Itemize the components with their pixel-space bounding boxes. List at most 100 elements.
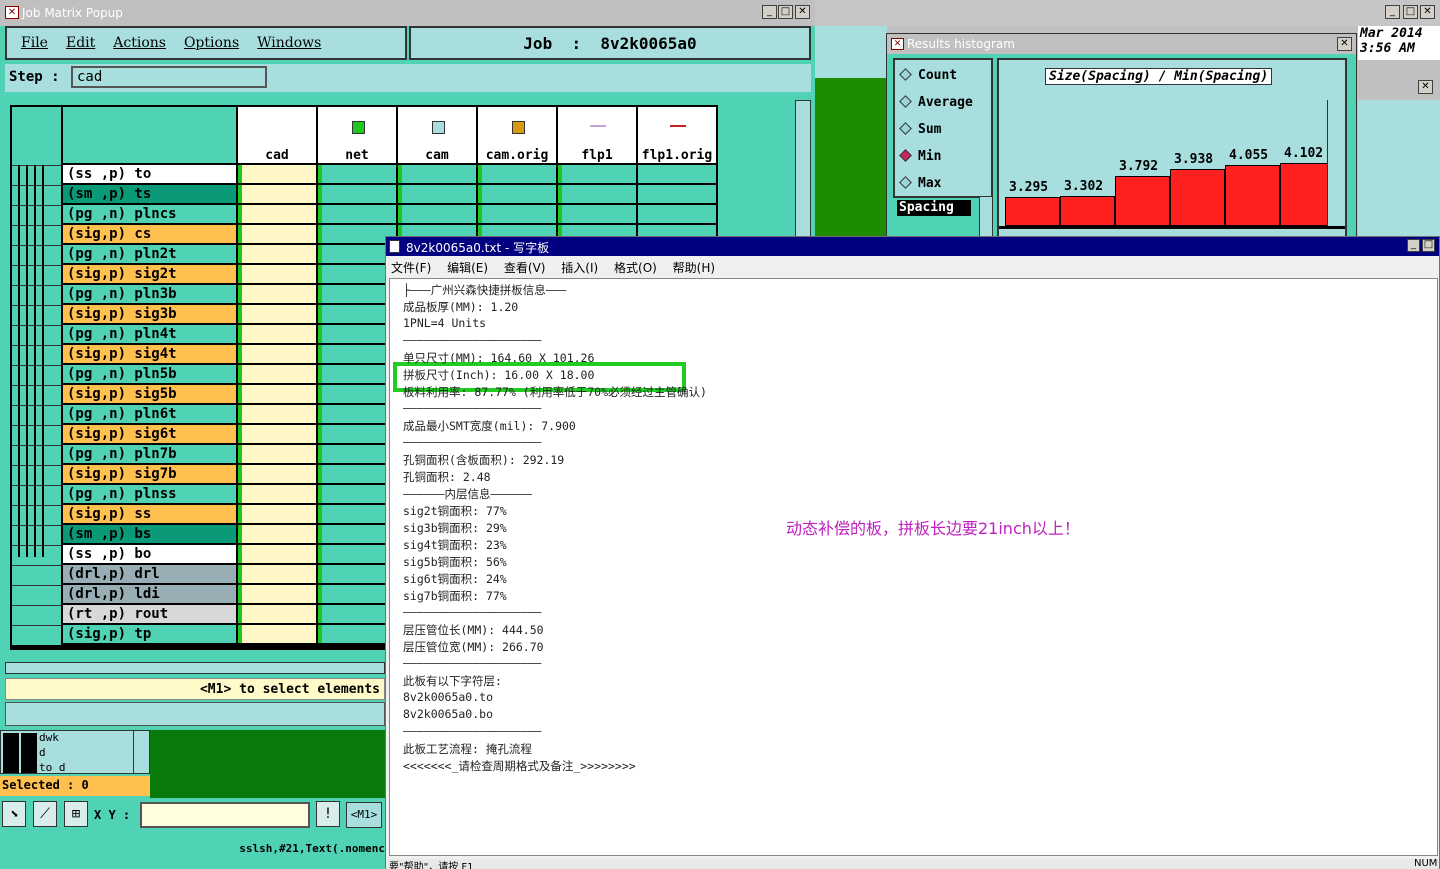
matrix-cell[interactable] xyxy=(398,165,476,183)
layer-row-name[interactable]: (pg ,n) pln3b xyxy=(63,285,236,303)
layer-row-name[interactable]: (ss ,p) to xyxy=(63,165,236,183)
editor-minimize-button[interactable]: _ xyxy=(1385,5,1400,19)
histogram-scrollbar-left[interactable] xyxy=(979,196,993,241)
wordpad-menu-file[interactable]: 文件(F) xyxy=(391,261,431,275)
layer-item[interactable]: d xyxy=(39,746,46,759)
matrix-cell[interactable] xyxy=(238,385,316,403)
histogram-close-button[interactable]: ✕ xyxy=(1337,37,1352,51)
wordpad-menu-insert[interactable]: 插入(I) xyxy=(561,261,598,275)
layer-row-name[interactable]: (sig,p) sig4t xyxy=(63,345,236,363)
matrix-cell[interactable] xyxy=(238,625,316,643)
layer-row-name[interactable]: (drl,p) ldi xyxy=(63,585,236,603)
matrix-cell[interactable] xyxy=(238,285,316,303)
option-average[interactable]: Average xyxy=(899,94,991,111)
select-tool-button[interactable]: ⬊ xyxy=(2,801,26,827)
matrix-cell[interactable] xyxy=(238,265,316,283)
layers-list[interactable]: dwk d to d xyxy=(0,730,150,774)
wordpad-minimize-button[interactable]: _ xyxy=(1407,239,1420,252)
option-max[interactable]: Max xyxy=(899,175,991,192)
wordpad-titlebar[interactable]: 8v2k0065a0.txt - 写字板 _ □ xyxy=(386,237,1439,256)
layer-row-name[interactable]: (pg ,n) pln7b xyxy=(63,445,236,463)
sub-close-button[interactable]: ✕ xyxy=(1418,80,1433,94)
layer-row-name[interactable]: (sig,p) sig6t xyxy=(63,425,236,443)
wordpad-menu-format[interactable]: 格式(O) xyxy=(614,261,657,275)
layer-row-name[interactable]: (sm ,p) ts xyxy=(63,185,236,203)
matrix-cell[interactable] xyxy=(238,545,316,563)
wordpad-menu-help[interactable]: 帮助(H) xyxy=(673,261,715,275)
list-scrollbar[interactable] xyxy=(133,731,149,773)
minimize-button[interactable]: _ xyxy=(762,5,777,19)
layer-row-name[interactable]: (sig,p) cs xyxy=(63,225,236,243)
column-header-flp1[interactable]: flp1 xyxy=(558,107,636,163)
menu-actions[interactable]: Actions xyxy=(113,35,166,51)
option-count[interactable]: Count xyxy=(899,67,991,84)
matrix-cell[interactable] xyxy=(238,305,316,323)
layer-row-name[interactable]: (drl,p) drl xyxy=(63,565,236,583)
column-header-flp1-orig[interactable]: flp1.orig xyxy=(638,107,716,163)
alert-icon[interactable]: ! xyxy=(316,801,340,827)
matrix-cell[interactable] xyxy=(558,205,636,223)
matrix-cell[interactable] xyxy=(558,185,636,203)
histogram-titlebar[interactable]: ✕ Results histogram ✕ xyxy=(887,34,1356,54)
matrix-cell[interactable] xyxy=(238,405,316,423)
maximize-button[interactable]: □ xyxy=(778,5,793,19)
option-min[interactable]: Min xyxy=(899,148,991,165)
matrix-cell[interactable] xyxy=(238,325,316,343)
matrix-cell[interactable] xyxy=(638,165,716,183)
matrix-cell[interactable] xyxy=(558,165,636,183)
matrix-cell[interactable] xyxy=(238,605,316,623)
histogram-bar[interactable] xyxy=(1170,169,1225,226)
histogram-bar[interactable] xyxy=(1005,197,1060,226)
matrix-cell[interactable] xyxy=(238,205,316,223)
editor-maximize-button[interactable]: □ xyxy=(1403,5,1418,19)
editor-close-button[interactable]: ✕ xyxy=(1420,5,1435,19)
matrix-cell[interactable] xyxy=(238,345,316,363)
layer-row-name[interactable]: (pg ,n) plncs xyxy=(63,205,236,223)
menu-file[interactable]: File xyxy=(21,35,48,51)
layer-row-name[interactable]: (sig,p) sig7b xyxy=(63,465,236,483)
layer-row-name[interactable]: (sm ,p) bs xyxy=(63,525,236,543)
matrix-cell[interactable] xyxy=(638,205,716,223)
menu-windows[interactable]: Windows xyxy=(257,35,321,51)
layer-item[interactable]: dwk xyxy=(39,731,59,744)
matrix-cell[interactable] xyxy=(238,425,316,443)
document-area[interactable]: 动态补偿的板，拼板长边要21inch以上！ ├———广州兴森快捷拼板信息——— 成… xyxy=(389,278,1438,856)
matrix-cell[interactable] xyxy=(318,185,396,203)
menu-edit[interactable]: Edit xyxy=(66,35,95,51)
job-matrix-titlebar[interactable]: ✕ Job Matrix Popup _ □ ✕ xyxy=(0,0,815,26)
histogram-bar[interactable] xyxy=(1225,165,1280,226)
matrix-cell[interactable] xyxy=(318,205,396,223)
column-header-net[interactable]: net xyxy=(318,107,396,163)
matrix-cell[interactable] xyxy=(238,185,316,203)
matrix-cell[interactable] xyxy=(638,185,716,203)
matrix-cell[interactable] xyxy=(238,465,316,483)
layer-row-name[interactable]: (sig,p) sig5b xyxy=(63,385,236,403)
matrix-cell[interactable] xyxy=(478,185,556,203)
column-header-cam[interactable]: cam xyxy=(398,107,476,163)
option-sum[interactable]: Sum xyxy=(899,121,991,138)
menu-options[interactable]: Options xyxy=(184,35,239,51)
wordpad-menu-view[interactable]: 查看(V) xyxy=(504,261,546,275)
matrix-cell[interactable] xyxy=(238,585,316,603)
xy-input[interactable] xyxy=(140,802,310,828)
layer-row-name[interactable]: (ss ,p) bo xyxy=(63,545,236,563)
step-input[interactable]: cad xyxy=(71,66,267,88)
matrix-cell[interactable] xyxy=(238,525,316,543)
layer-row-name[interactable]: (sig,p) ss xyxy=(63,505,236,523)
close-button[interactable]: ✕ xyxy=(795,5,810,19)
matrix-cell[interactable] xyxy=(238,365,316,383)
layer-row-name[interactable]: (pg ,n) pln2t xyxy=(63,245,236,263)
horizontal-scrollbar[interactable] xyxy=(5,662,385,674)
histogram-bar[interactable] xyxy=(1115,176,1170,226)
layer-row-name[interactable]: (pg ,n) plnss xyxy=(63,485,236,503)
layer-row-name[interactable]: (pg ,n) pln6t xyxy=(63,405,236,423)
layer-row-name[interactable]: (pg ,n) pln4t xyxy=(63,325,236,343)
column-header-cad[interactable]: cad xyxy=(238,107,316,163)
layer-row-name[interactable]: (sig,p) sig2t xyxy=(63,265,236,283)
measure-tool-button[interactable]: ⟋ xyxy=(33,801,57,827)
matrix-cell[interactable] xyxy=(238,445,316,463)
metric-select[interactable]: Spacing xyxy=(897,200,971,216)
matrix-cell[interactable] xyxy=(238,245,316,263)
matrix-cell[interactable] xyxy=(318,165,396,183)
wordpad-menu-edit[interactable]: 编辑(E) xyxy=(447,261,488,275)
